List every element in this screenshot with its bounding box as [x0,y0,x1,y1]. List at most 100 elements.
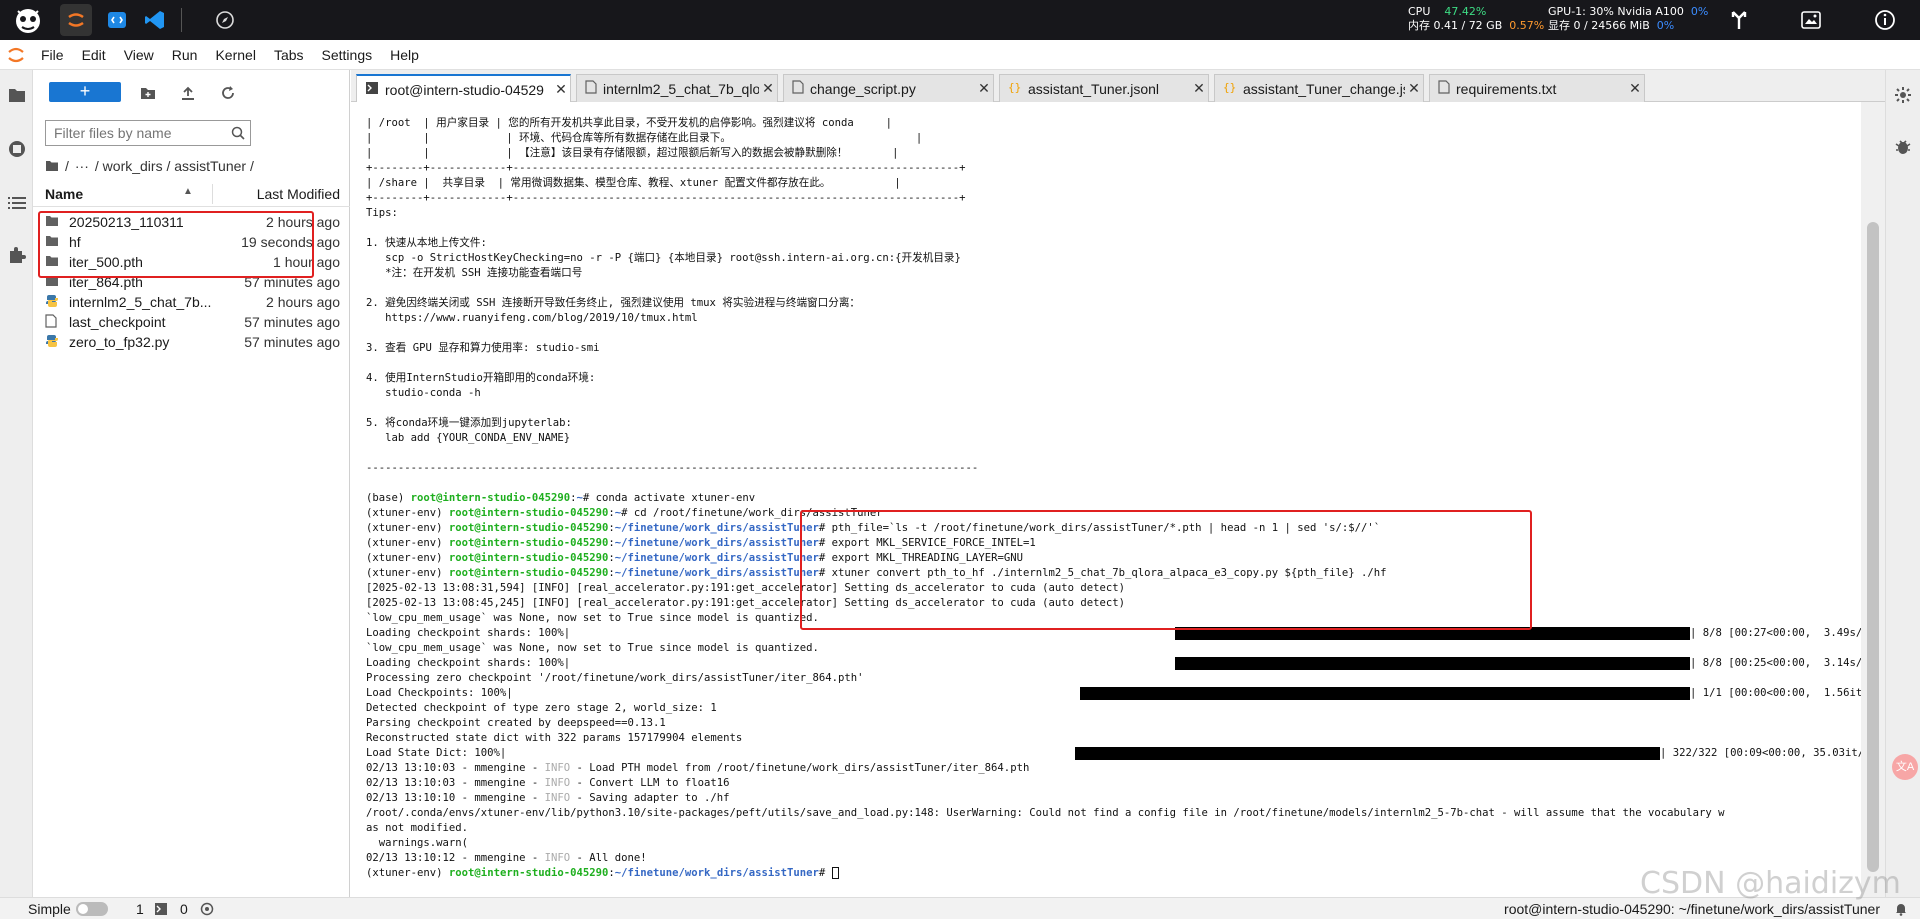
bell-icon[interactable] [1894,902,1908,919]
terminal-text: ----------------------------------------… [366,462,979,474]
menu-settings[interactable]: Settings [313,47,382,63]
jupyter-app-icon[interactable] [60,4,92,36]
menu-kernel[interactable]: Kernel [206,47,264,63]
terminal-line: 5. 将conda环境一键添加到jupyterlab: [366,416,572,431]
file-name: zero_to_fp32.py [69,334,170,350]
output-line: Loading checkpoint shards: 100%| [366,656,570,671]
prompt-user: root@intern-studio-045290 [448,567,609,579]
editor-tab[interactable]: {} assistant_Tuner_change.jsc ✕ [1214,74,1424,102]
editor-tab[interactable]: root@intern-studio-04529 ✕ [356,74,571,103]
sort-arrow-icon[interactable]: ▲ [183,186,193,197]
progress-bar [1175,657,1690,670]
image-window-icon[interactable] [1796,4,1826,36]
json-icon: {} [1008,80,1022,97]
tab-label: internlm2_5_chat_7b_qlora [603,80,759,97]
prompt-env: (xtuner-env) [366,867,449,879]
vscode-web-icon[interactable] [104,4,130,36]
column-name[interactable]: Name [45,186,83,202]
close-tab-icon[interactable]: ✕ [1626,80,1644,97]
new-folder-icon[interactable] [137,82,159,104]
new-launcher-button[interactable]: + [49,82,121,102]
breadcrumb-path[interactable]: / work_dirs / assistTuner / [95,158,254,174]
terminal-text: 3. 查看 GPU 显存和算力使用率: studio-smi [366,342,600,354]
folder-icon[interactable] [4,82,30,108]
warning-line: warnings.warn( [366,836,468,851]
log-prefix: 02/13 13:10:12 - mmengine - [366,852,545,864]
terminal-line: | /share | 共享目录 | 常用微调数据集、模型仓库、教程、xtuner… [366,176,901,191]
editor-tab[interactable]: requirements.txt ✕ [1429,74,1645,102]
debugger-icon[interactable] [1894,138,1912,159]
breadcrumb-ellipsis[interactable]: ··· [75,158,89,174]
prompt-user: root@intern-studio-045290 [448,867,609,879]
output-text: Detected checkpoint of type zero stage 2… [366,702,717,714]
search-icon [231,126,245,143]
editor-tab[interactable]: {} assistant_Tuner.jsonl ✕ [999,74,1209,102]
filter-files-input[interactable] [45,120,251,146]
menu-edit[interactable]: Edit [73,47,115,63]
breadcrumb-root[interactable]: / [65,158,69,174]
log-line: 02/13 13:10:12 - mmengine - INFO - All d… [366,851,647,866]
log-line: 02/13 13:10:03 - mmengine - INFO - Conve… [366,776,730,791]
editor-tab[interactable]: internlm2_5_chat_7b_qlora ✕ [576,74,778,102]
terminal-line: +--------+------------+-----------------… [366,191,966,206]
editor-tab[interactable]: change_script.py ✕ [783,74,994,102]
extension-icon[interactable] [4,242,30,268]
close-tab-icon[interactable]: ✕ [1190,80,1208,97]
menu-run[interactable]: Run [163,47,207,63]
terminal-text: 4. 使用InternStudio开箱即用的conda环境: [366,372,596,384]
terminal-text: | /share | 共享目录 | 常用微调数据集、模型仓库、教程、xtuner… [366,177,901,189]
terminal-line: +--------+------------+-----------------… [366,161,966,176]
property-inspector-icon[interactable] [1894,86,1912,107]
tab-label: assistant_Tuner.jsonl [1028,80,1159,97]
compass-icon[interactable] [212,4,238,36]
terminal-text: https://www.ruanyifeng.com/blog/2019/10/… [366,312,698,324]
status-terminal-path: root@intern-studio-045290: ~/finetune/wo… [1504,901,1880,917]
refresh-icon[interactable] [217,82,239,104]
breadcrumb-folder-icon[interactable] [45,160,59,172]
log-message: - Convert LLM to float16 [570,777,730,789]
settings-gear-icon[interactable] [200,902,214,919]
studio-logo-icon[interactable] [8,4,48,36]
progress-suffix: | 8/8 [00:25<00:00, 3.14s/it] [1690,657,1861,669]
cpu-label: CPU [1408,5,1431,18]
document-tab-bar: root@intern-studio-04529 ✕ internlm2_5_cha… [351,70,1885,103]
prompt-path: ~/finetune/work_dirs/assistTuner [614,567,819,579]
file-modified: 57 minutes ago [244,334,340,350]
close-tab-icon[interactable]: ✕ [552,81,570,98]
menu-tabs[interactable]: Tabs [265,47,313,63]
output-line: Processing zero checkpoint '/root/finetu… [366,671,863,686]
terminal[interactable]: | /root | 用户家目录 | 您的所有开发机共享此目录，不受开发机的启停影… [351,102,1861,897]
info-icon[interactable] [1870,4,1900,36]
file-icon [1438,80,1450,97]
simple-mode-toggle[interactable] [76,902,108,916]
prompt-path: ~/finetune/work_dirs/assistTuner [614,522,819,534]
output-text: Parsing checkpoint created by deepspeed=… [366,717,666,729]
column-divider[interactable] [212,184,213,204]
scrollbar-thumb[interactable] [1867,222,1879,872]
prompt-user: root@intern-studio-045290 [410,492,571,504]
output-line: `low_cpu_mem_usage` was None, now set to… [366,641,819,656]
right-activity-bar: 文A [1885,70,1920,897]
vscode-icon[interactable] [142,4,168,36]
running-icon[interactable] [4,136,30,162]
command-text: # conda activate xtuner-env [582,492,756,504]
terminal-count[interactable]: 0 [180,901,188,917]
upload-icon[interactable] [177,82,199,104]
translate-icon[interactable]: 文A [1892,754,1918,780]
prompt-env: (xtuner-env) [366,522,449,534]
close-tab-icon[interactable]: ✕ [1405,80,1423,97]
toc-icon[interactable] [4,190,30,216]
close-tab-icon[interactable]: ✕ [975,80,993,97]
menu-view[interactable]: View [115,47,163,63]
menu-file[interactable]: File [32,47,73,63]
fork-icon[interactable] [1724,4,1754,36]
terminal-line: 4. 使用InternStudio开箱即用的conda环境: [366,371,595,386]
json-icon: {} [1223,80,1237,97]
close-tab-icon[interactable]: ✕ [759,80,777,97]
menu-help[interactable]: Help [381,47,428,63]
file-row[interactable]: zero_to_fp32.py 57 minutes ago [33,330,350,354]
terminal-scrollbar[interactable] [1861,102,1885,897]
terminal-line: 1. 快速从本地上传文件: [366,236,487,251]
kernel-count[interactable]: 1 [136,901,144,917]
column-last-modified[interactable]: Last Modified [257,186,340,202]
